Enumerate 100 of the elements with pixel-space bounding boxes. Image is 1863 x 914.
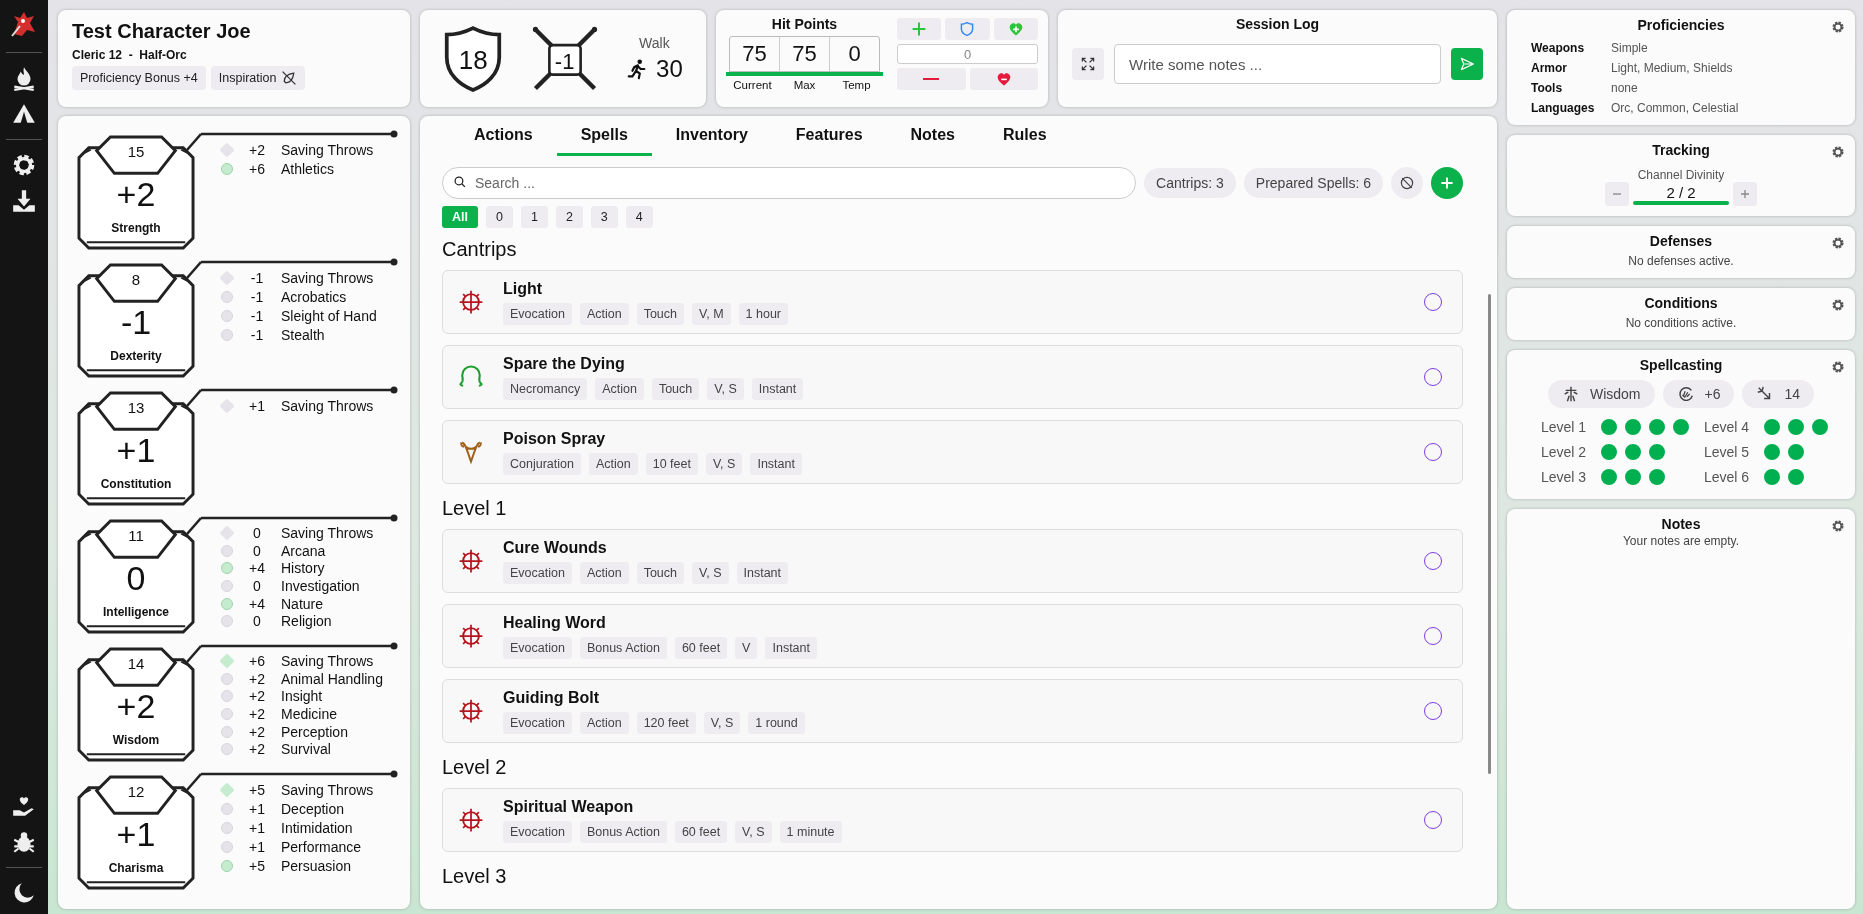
shield-drawing bbox=[443, 24, 504, 93]
spell-name: Guiding Bolt bbox=[503, 688, 600, 707]
tracker-value: 2 / 2 bbox=[1666, 183, 1696, 201]
tab[interactable]: Features bbox=[771, 116, 887, 156]
spell-name: Healing Word bbox=[503, 613, 607, 632]
spellcasting-stat: +6 bbox=[1662, 380, 1735, 408]
temp-hp-button[interactable] bbox=[945, 18, 990, 40]
skill-name: Religion bbox=[281, 613, 332, 630]
settings-icon[interactable] bbox=[1831, 236, 1845, 250]
ability-score: 14 bbox=[126, 655, 146, 672]
spell-tag: Evocation bbox=[503, 302, 572, 325]
spell-slot-dot[interactable] bbox=[1812, 418, 1828, 435]
tab[interactable]: Actions bbox=[450, 116, 557, 156]
ability-name: Constitution bbox=[99, 477, 173, 491]
settings-icon[interactable] bbox=[1831, 519, 1845, 533]
spell-card[interactable]: Light Evocation Action Touch V, M 1 hour bbox=[442, 270, 1463, 334]
hit-points-amount-field[interactable]: 0 bbox=[897, 44, 1038, 64]
heal-button[interactable] bbox=[897, 18, 942, 40]
spell-card[interactable]: Healing Word Evocation Bonus Action 60 feet V Instant bbox=[442, 604, 1463, 668]
spell-slot-dot[interactable] bbox=[1601, 418, 1617, 435]
level-filter[interactable]: 0 bbox=[486, 206, 513, 228]
spell-slot-dot[interactable] bbox=[1673, 418, 1689, 435]
settings-icon[interactable] bbox=[1831, 298, 1845, 312]
settings-icon[interactable] bbox=[1831, 20, 1845, 34]
sun-circle-icon bbox=[457, 547, 485, 575]
spell-slot-dot[interactable] bbox=[1601, 443, 1617, 460]
spell-slot-dot[interactable] bbox=[1625, 443, 1641, 460]
spell-slot-dot[interactable] bbox=[1649, 468, 1665, 485]
scrollbar[interactable] bbox=[1488, 294, 1491, 774]
skill-name: Arcana bbox=[281, 542, 326, 559]
spell-tag: Evocation bbox=[503, 711, 572, 734]
skill-bonus: +2 bbox=[248, 670, 266, 687]
spell-slot-dot[interactable] bbox=[1625, 418, 1641, 435]
proficiency-value: Simple bbox=[1611, 41, 1649, 55]
section-heading: Level 1 bbox=[442, 497, 508, 520]
spell-slot-dot[interactable] bbox=[1764, 443, 1780, 460]
slot-level-label: Level 1 bbox=[1541, 418, 1588, 435]
spell-card[interactable]: Spare the Dying Necromancy Action Touch V, S Instant bbox=[442, 345, 1463, 409]
speed-value: 30 bbox=[656, 54, 683, 83]
ability-name: Strength bbox=[110, 221, 162, 235]
tab[interactable]: Spells bbox=[556, 116, 652, 156]
notes-field[interactable]: Write some notes ... bbox=[1114, 44, 1441, 84]
skill-bonus: -1 bbox=[249, 269, 265, 286]
spell-tag: Touch bbox=[636, 561, 684, 584]
inspiration-toggle[interactable]: Inspiration bbox=[210, 66, 306, 90]
tab[interactable]: Rules bbox=[979, 116, 1071, 156]
spell-tag: 10 feet bbox=[645, 452, 698, 475]
skill-name: Saving Throws bbox=[281, 397, 374, 414]
temp-hp-value: 0 bbox=[847, 40, 862, 68]
level-filter[interactable]: 1 bbox=[520, 206, 548, 228]
level-filter[interactable]: 2 bbox=[555, 206, 583, 228]
spell-slot-dot[interactable] bbox=[1788, 443, 1804, 460]
search-field[interactable]: Search ... bbox=[442, 167, 1137, 199]
spell-slot-dot[interactable] bbox=[1649, 418, 1665, 435]
increase-button[interactable] bbox=[1733, 182, 1757, 206]
tab[interactable]: Inventory bbox=[651, 116, 772, 156]
add-spell-button[interactable] bbox=[1431, 167, 1463, 199]
send-icon bbox=[1459, 56, 1475, 72]
level-filter[interactable]: 3 bbox=[590, 206, 618, 228]
skill-name: Insight bbox=[281, 688, 323, 705]
spell-card[interactable]: Spiritual Weapon Evocation Bonus Action 60 feet V, S 1 minute bbox=[442, 788, 1463, 852]
skill-bonus: +2 bbox=[248, 141, 266, 158]
spell-slot-dot[interactable] bbox=[1764, 468, 1780, 485]
plus-icon bbox=[1739, 188, 1751, 200]
skill-name: Saving Throws bbox=[281, 781, 374, 798]
spell-card[interactable]: Cure Wounds Evocation Action Touch V, S Instant bbox=[442, 529, 1463, 593]
skill-bonus: -1 bbox=[249, 326, 265, 343]
heal-heart-button[interactable] bbox=[993, 18, 1038, 40]
campfire-icon[interactable] bbox=[11, 65, 37, 91]
settings-icon[interactable] bbox=[1831, 360, 1845, 374]
spell-slot-dot[interactable] bbox=[1788, 418, 1804, 435]
skill-bonus: +4 bbox=[248, 560, 266, 577]
level-filter[interactable]: 4 bbox=[625, 206, 653, 228]
damage-heart-button[interactable] bbox=[969, 68, 1038, 90]
download-icon[interactable] bbox=[11, 188, 37, 214]
card-title: Spellcasting bbox=[1638, 357, 1724, 373]
settings-icon[interactable] bbox=[1831, 145, 1845, 159]
bug-icon[interactable] bbox=[11, 829, 37, 855]
spell-slot-dot[interactable] bbox=[1764, 418, 1780, 435]
ability-modifier: 0 bbox=[125, 559, 147, 598]
spell-slot-dot[interactable] bbox=[1649, 443, 1665, 460]
skill-bonus: +1 bbox=[248, 397, 266, 414]
spell-slot-dot[interactable] bbox=[1788, 468, 1804, 485]
proficiency-value: Orc, Common, Celestial bbox=[1611, 101, 1740, 115]
settings-icon[interactable] bbox=[11, 152, 37, 178]
send-button[interactable] bbox=[1451, 48, 1483, 80]
tab[interactable]: Notes bbox=[886, 116, 979, 156]
section-heading: Level 2 bbox=[442, 756, 508, 779]
armor-class-value: 18 bbox=[457, 44, 489, 76]
spell-counter: Prepared Spells: 6 bbox=[1243, 168, 1383, 198]
speed-label: Walk bbox=[639, 34, 670, 51]
spell-slot-dot[interactable] bbox=[1601, 468, 1617, 485]
spell-slot-dot[interactable] bbox=[1625, 468, 1641, 485]
damage-button[interactable] bbox=[897, 68, 966, 90]
spell-card[interactable]: Guiding Bolt Evocation Action 120 feet V, S 1 round bbox=[442, 679, 1463, 743]
skill-bonus: +4 bbox=[248, 595, 266, 612]
spell-tag: Action bbox=[588, 452, 638, 475]
hide-button[interactable] bbox=[1391, 167, 1423, 199]
expand-button[interactable] bbox=[1072, 48, 1104, 80]
spell-card[interactable]: Poison Spray Conjuration Action 10 feet V, S Instant bbox=[442, 420, 1463, 484]
